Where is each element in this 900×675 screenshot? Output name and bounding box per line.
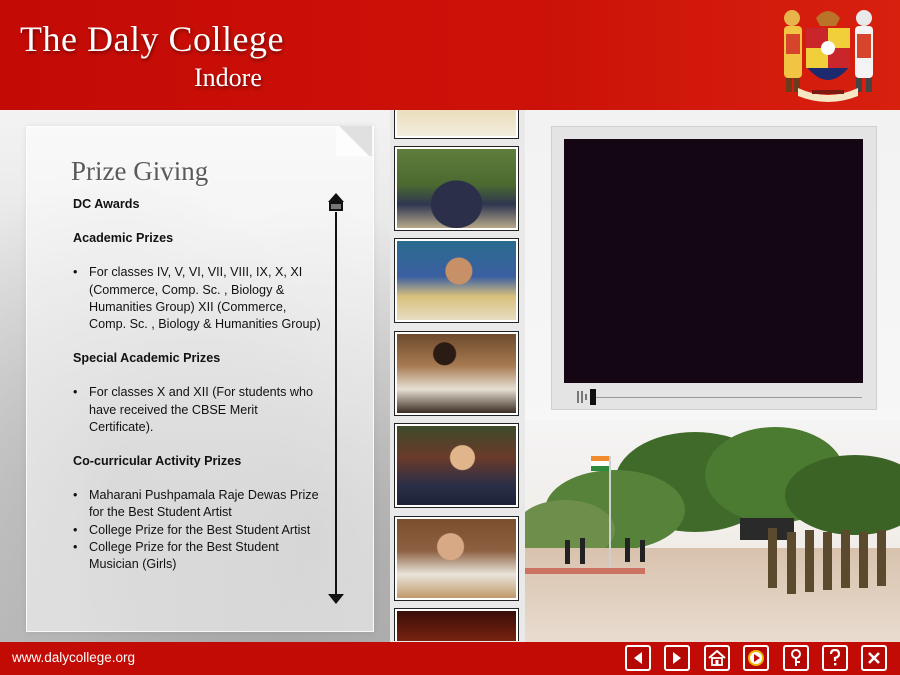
list-item: Maharani Pushpamala Raje Dewas Prize for… xyxy=(73,487,323,521)
question-button[interactable] xyxy=(822,645,848,671)
scroll-up-arrow-icon[interactable] xyxy=(327,192,345,212)
play-pause-icon[interactable] xyxy=(576,390,588,404)
footer-bar: www.dalycollege.org xyxy=(0,642,900,675)
seek-track[interactable] xyxy=(596,397,862,398)
home-button[interactable] xyxy=(704,645,730,671)
section-title-academic-prizes: Academic Prizes xyxy=(73,231,174,246)
campus-parade-photo xyxy=(525,420,900,642)
thumbnail-image[interactable] xyxy=(394,238,519,323)
arrow-left-icon xyxy=(634,652,642,664)
section-title-co-curricular-prizes: Co-curricular Activity Prizes xyxy=(73,454,242,469)
college-crest-logo xyxy=(784,10,873,102)
arrow-right-icon xyxy=(673,652,681,664)
forward-button[interactable] xyxy=(664,645,690,671)
prize-list: DC Awards Academic Prizes For classes IV… xyxy=(73,196,323,573)
help-key-button[interactable] xyxy=(783,645,809,671)
video-screen[interactable] xyxy=(564,139,863,383)
website-url-link[interactable]: www.dalycollege.org xyxy=(12,650,135,665)
list-item: College Prize for the Best Student Music… xyxy=(73,539,323,573)
section-title-dc-awards: DC Awards xyxy=(73,197,140,211)
list-item: College Prize for the Best Student Artis… xyxy=(73,522,323,539)
play-button[interactable] xyxy=(743,645,769,671)
page-heading: Prize Giving xyxy=(71,156,209,186)
play-circle-icon xyxy=(748,650,764,666)
home-icon xyxy=(708,650,726,666)
close-button[interactable] xyxy=(861,645,887,671)
thumbnail-strip[interactable] xyxy=(393,110,524,641)
back-button[interactable] xyxy=(625,645,651,671)
site-subtitle: Indore xyxy=(194,63,262,92)
site-title: The Daly College xyxy=(20,19,284,59)
list-item: For classes X and XII (For students who … xyxy=(73,384,323,436)
thumbnail-image[interactable] xyxy=(394,423,519,508)
question-mark-icon xyxy=(829,649,841,666)
scroll-down-arrow-icon[interactable] xyxy=(327,593,345,605)
header-bar: The Daly College Indore xyxy=(0,0,900,110)
thumbnail-image[interactable] xyxy=(394,146,519,231)
close-icon xyxy=(868,652,880,664)
section-title-special-academic-prizes: Special Academic Prizes xyxy=(73,351,221,366)
video-controls xyxy=(576,388,862,406)
thumbnail-image[interactable] xyxy=(394,516,519,601)
thumbnail-image[interactable] xyxy=(394,608,519,641)
panel-page-fold xyxy=(336,126,372,156)
thumbnail-image[interactable] xyxy=(394,331,519,416)
thumbnail-image[interactable] xyxy=(394,110,519,139)
key-icon xyxy=(791,649,801,666)
list-item: For classes IV, V, VI, VII, VIII, IX, X,… xyxy=(73,264,323,333)
scroll-track[interactable] xyxy=(335,212,337,596)
